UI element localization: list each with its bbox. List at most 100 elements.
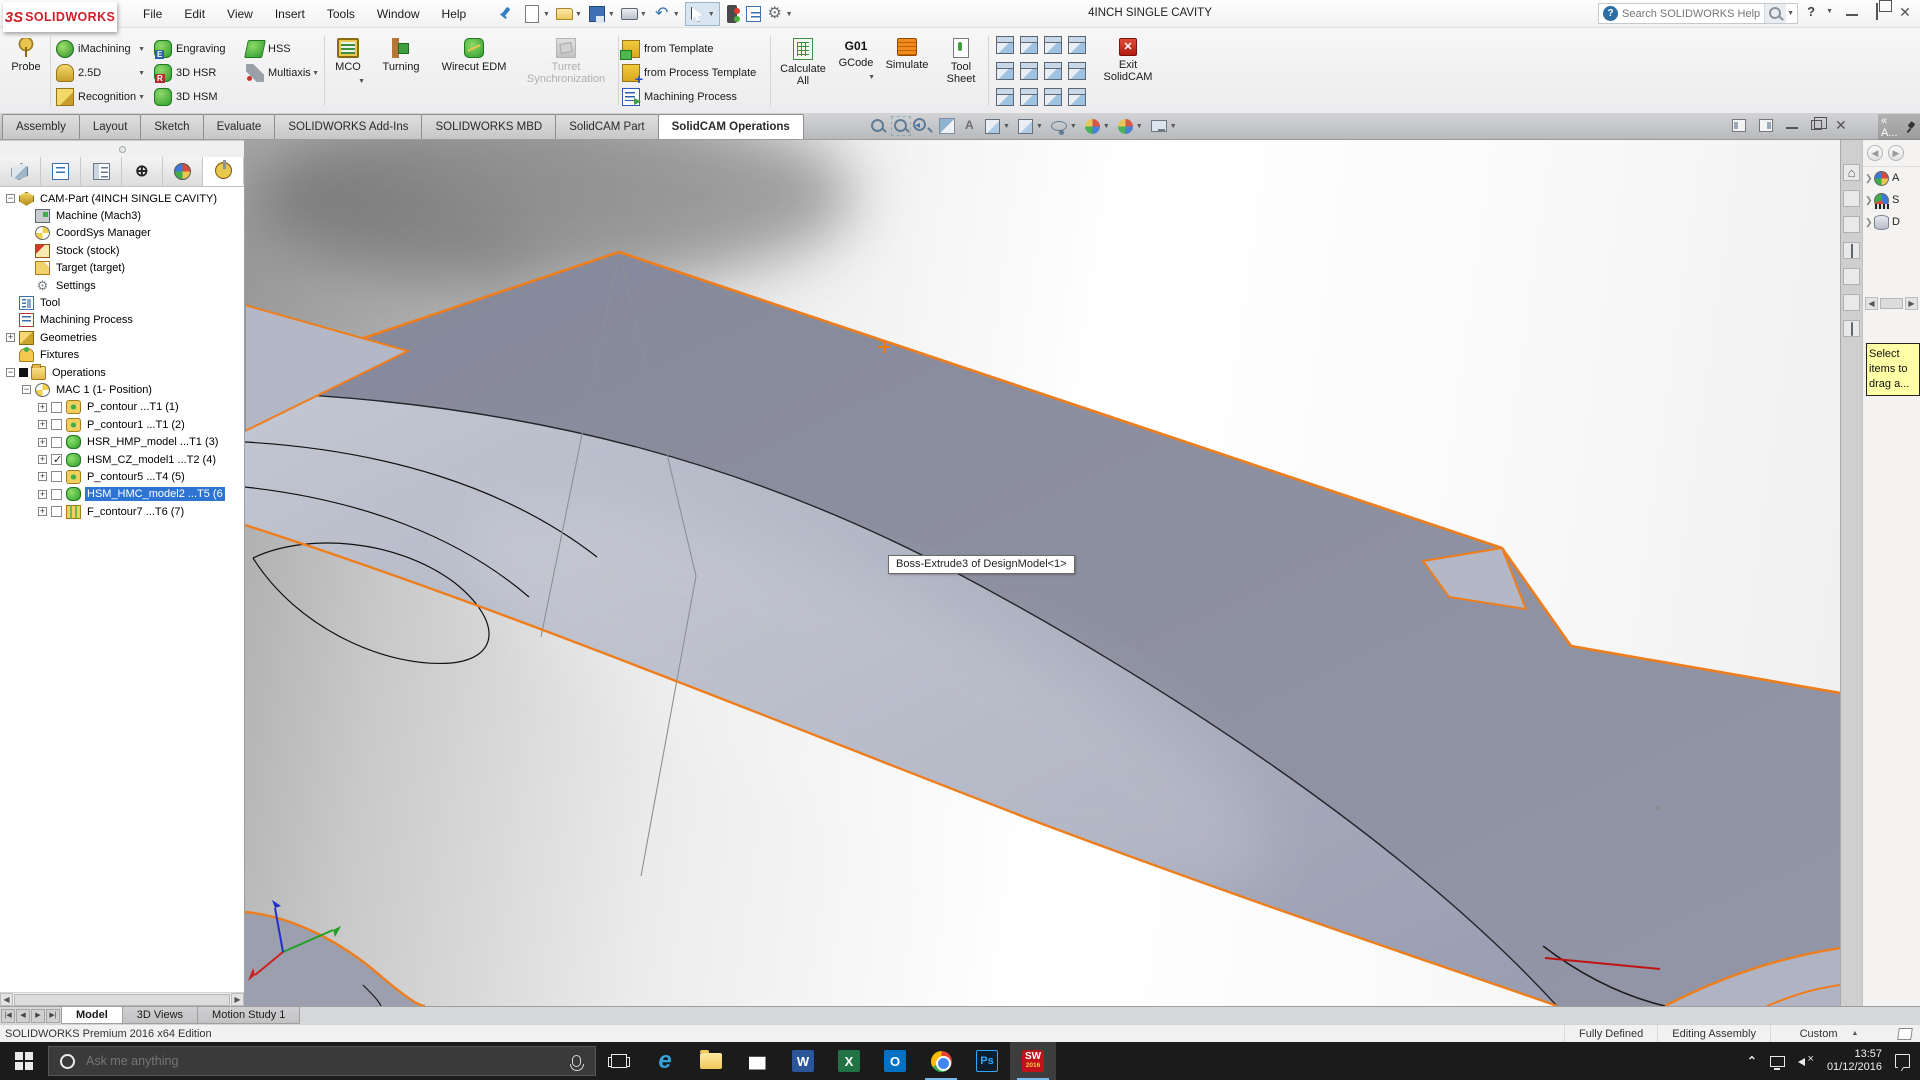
action-center-icon[interactable] bbox=[1895, 1054, 1910, 1068]
dropdown-arrow-icon[interactable]: ▼ bbox=[543, 11, 550, 18]
heads-up-button[interactable]: ▼ bbox=[1116, 117, 1146, 136]
taskbar-app[interactable] bbox=[596, 1042, 642, 1080]
start-button[interactable] bbox=[0, 1042, 48, 1080]
command-tab[interactable]: SolidCAM Operations bbox=[658, 114, 804, 139]
quick-tool-button[interactable]: ▼ bbox=[555, 4, 585, 24]
dropdown-arrow-icon[interactable]: ▼ bbox=[786, 11, 793, 18]
dropdown-arrow-icon[interactable]: ▼ bbox=[708, 11, 715, 18]
ribbon-button[interactable]: 3D HSM bbox=[154, 85, 240, 109]
ribbon-button[interactable]: Multiaxis ▼ bbox=[246, 61, 322, 85]
operation-checkbox[interactable] bbox=[51, 471, 62, 482]
task-pane-tab[interactable] bbox=[1843, 190, 1860, 207]
dropdown-arrow-icon[interactable]: ▼ bbox=[1136, 123, 1143, 130]
task-pane-tab[interactable] bbox=[1843, 320, 1860, 337]
forward-icon[interactable]: ▶ bbox=[1888, 145, 1904, 161]
operation-checkbox[interactable] bbox=[51, 489, 62, 500]
operation-checkbox[interactable] bbox=[51, 454, 62, 465]
search-dropdown-icon[interactable]: ▼ bbox=[1787, 10, 1794, 17]
heads-up-button[interactable] bbox=[960, 116, 980, 136]
taskbar-app[interactable]: SW2016 bbox=[1010, 1042, 1056, 1080]
ribbon-button[interactable]: Recognition ▼ bbox=[56, 85, 148, 109]
panel-tab[interactable] bbox=[203, 157, 244, 186]
tree-item[interactable]: + Geometries bbox=[4, 329, 244, 346]
scroll-left-icon[interactable]: ◀ bbox=[0, 993, 13, 1006]
help-dropdown-icon[interactable]: ▼ bbox=[1826, 8, 1833, 15]
tree-item-label[interactable]: HSR_HMP_model ...T1 (3) bbox=[85, 435, 220, 449]
search-icon[interactable] bbox=[1764, 4, 1786, 23]
document-close-button[interactable]: ✕ bbox=[1835, 118, 1847, 132]
expand-toggle[interactable]: + bbox=[38, 507, 47, 516]
heads-up-button[interactable] bbox=[868, 116, 888, 136]
probe-button[interactable]: Probe bbox=[4, 28, 48, 114]
heads-up-button[interactable]: ▼ bbox=[983, 117, 1013, 136]
view-cube-icon[interactable] bbox=[1044, 36, 1062, 54]
scroll-left-icon[interactable]: ◀ bbox=[1865, 297, 1878, 310]
expand-toggle[interactable]: + bbox=[38, 490, 47, 499]
taskbar-app[interactable]: Ps bbox=[964, 1042, 1010, 1080]
split-pane-left-icon[interactable] bbox=[1732, 119, 1746, 132]
tree-item-label[interactable]: F_contour7 ...T6 (7) bbox=[85, 505, 186, 519]
ribbon-button[interactable]: Engraving bbox=[154, 37, 240, 61]
cortana-search-box[interactable] bbox=[48, 1046, 596, 1076]
task-pane-tab[interactable] bbox=[1843, 242, 1860, 259]
calculate-all-button[interactable]: Calculate All bbox=[774, 28, 832, 114]
tree-item-label[interactable]: MAC 1 (1- Position) bbox=[54, 383, 154, 397]
tree-item-label[interactable]: Settings bbox=[54, 279, 98, 293]
help-search-box[interactable]: ? ▼ bbox=[1598, 3, 1798, 24]
chevron-right-icon[interactable]: ❯ bbox=[1865, 173, 1874, 184]
dropdown-arrow-icon[interactable]: ▼ bbox=[138, 94, 145, 101]
operation-checkbox[interactable] bbox=[51, 419, 62, 430]
view-cube-icon[interactable] bbox=[1068, 88, 1086, 106]
tree-item[interactable]: + P_contour ...T1 (1) bbox=[4, 399, 244, 416]
heads-up-button[interactable] bbox=[914, 116, 934, 136]
ribbon-button[interactable]: from Template bbox=[622, 37, 768, 61]
tool-sheet-button[interactable]: Tool Sheet bbox=[936, 28, 986, 114]
back-icon[interactable]: ◀ bbox=[1867, 145, 1883, 161]
dropdown-arrow-icon[interactable]: ▼ bbox=[1103, 123, 1110, 130]
dropdown-arrow-icon[interactable]: ▼ bbox=[1003, 123, 1010, 130]
tree-item[interactable]: − MAC 1 (1- Position) bbox=[4, 381, 244, 398]
pin-menu-icon[interactable] bbox=[498, 6, 512, 20]
view-cube-icon[interactable] bbox=[1020, 36, 1038, 54]
command-tab[interactable]: SolidCAM Part bbox=[555, 114, 658, 139]
tree-item[interactable]: + P_contour5 ...T4 (5) bbox=[4, 468, 244, 485]
panel-tab[interactable] bbox=[41, 157, 82, 186]
ribbon-button[interactable]: 2.5D ▼ bbox=[56, 61, 148, 85]
quick-tool-button[interactable]: ▼ bbox=[620, 4, 650, 24]
tab-scroll-button[interactable]: |◀ bbox=[1, 1009, 15, 1023]
menu-item[interactable]: File bbox=[132, 0, 173, 27]
chevron-right-icon[interactable]: ❯ bbox=[1865, 195, 1874, 206]
dropdown-arrow-icon[interactable]: ▼ bbox=[673, 11, 680, 18]
scroll-right-icon[interactable]: ▶ bbox=[1905, 297, 1918, 310]
dropdown-arrow-icon[interactable]: ▼ bbox=[1170, 123, 1177, 130]
view-cube-icon[interactable] bbox=[1068, 62, 1086, 80]
tree-item[interactable]: Target (target) bbox=[4, 260, 244, 277]
tree-item-label[interactable]: P_contour1 ...T1 (2) bbox=[85, 418, 187, 432]
mco-button[interactable]: MCO ▼ bbox=[328, 28, 368, 114]
menu-item[interactable]: Tools bbox=[316, 0, 366, 27]
minimize-button[interactable] bbox=[1846, 8, 1858, 16]
help-button[interactable]: ? bbox=[1807, 4, 1815, 19]
scroll-right-icon[interactable]: ▶ bbox=[231, 993, 244, 1006]
tree-item-label[interactable]: Operations bbox=[50, 366, 108, 380]
tree-item-label[interactable]: Machine (Mach3) bbox=[54, 209, 143, 223]
help-search-input[interactable] bbox=[1622, 8, 1764, 20]
taskbar-app[interactable]: O bbox=[872, 1042, 918, 1080]
tree-item[interactable]: + P_contour1 ...T1 (2) bbox=[4, 416, 244, 433]
tree-item[interactable]: CoordSys Manager bbox=[4, 225, 244, 242]
tree-item-label[interactable]: HSM_CZ_model1 ...T2 (4) bbox=[85, 453, 218, 467]
tab-scroll-button[interactable]: ▶| bbox=[46, 1009, 60, 1023]
task-pane-header[interactable]: « A... bbox=[1878, 114, 1920, 140]
graphics-viewport[interactable]: Boss-Extrude3 of DesignModel<1> bbox=[245, 140, 1840, 1006]
tree-item[interactable]: + HSM_CZ_model1 ...T2 (4) bbox=[4, 451, 244, 468]
tree-item-label[interactable]: HSM_HMC_model2 ...T5 (6 bbox=[85, 487, 225, 501]
tree-item[interactable]: + HSM_HMC_model2 ...T5 (6 bbox=[4, 486, 244, 503]
tree-item-label[interactable]: Stock (stock) bbox=[54, 244, 122, 258]
menu-item[interactable]: Window bbox=[366, 0, 431, 27]
ribbon-button[interactable]: iMachining ▼ bbox=[56, 37, 148, 61]
tree-item-label[interactable]: Geometries bbox=[38, 331, 99, 345]
panel-tab[interactable] bbox=[0, 157, 41, 186]
restore-button[interactable] bbox=[1876, 3, 1878, 20]
task-pane-tab[interactable] bbox=[1843, 268, 1860, 285]
taskbar-app[interactable]: e bbox=[642, 1042, 688, 1080]
